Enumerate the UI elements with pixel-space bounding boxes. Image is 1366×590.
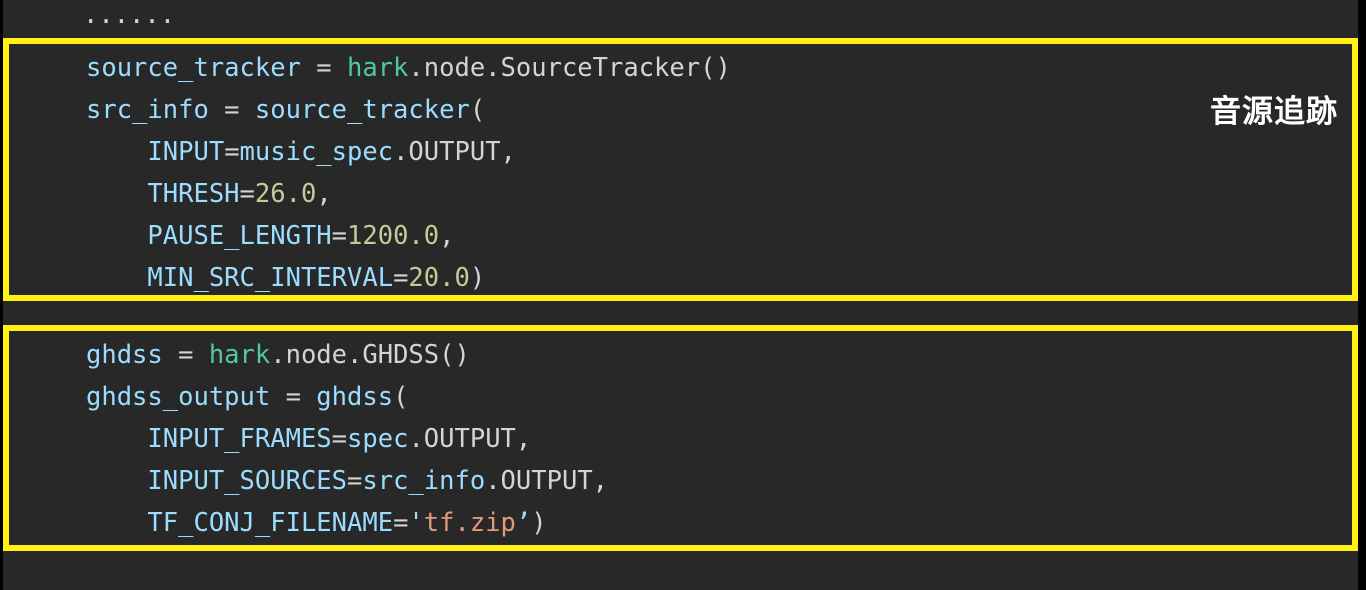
code-line: THRESH=26.0, <box>86 173 731 215</box>
code-token-var: TF_CONJ_FILENAME <box>147 508 394 538</box>
code-token-plain: .OUTPUT, <box>408 424 532 454</box>
code-token-var: ghdss <box>86 340 163 370</box>
code-token-plain: , <box>439 221 455 251</box>
code-token-plain: ( <box>393 382 409 412</box>
code-token-plain: = <box>393 508 409 538</box>
slide-canvas: ...... source_tracker = hark.node.Source… <box>0 0 1366 590</box>
code-line: ghdss = hark.node.GHDSS() <box>86 334 608 376</box>
code-token-num: 20.0 <box>408 263 470 293</box>
code-token-var: src_info <box>86 95 209 125</box>
code-token-var: source_tracker <box>86 53 301 83</box>
code-block-sound-source-separation: ghdss = hark.node.GHDSS() ghdss_output = … <box>9 331 1352 538</box>
highlight-box-sound-source-tracking: source_tracker = hark.node.SourceTracker… <box>3 38 1358 301</box>
code-surface-bottom <box>3 551 1358 590</box>
code-token-plain: = <box>162 340 209 370</box>
code-surface-top: ...... <box>3 0 1358 38</box>
code-token-plain: = <box>331 424 348 454</box>
code-token-var: source_tracker <box>254 95 470 125</box>
code-token-plain: = <box>393 263 409 293</box>
code-token-var: MIN_SRC_INTERVAL <box>147 263 394 293</box>
code-token-var: music_spec <box>239 137 394 167</box>
code-line: INPUT=music_spec.OUTPUT, <box>86 131 731 173</box>
code-token-var: INPUT <box>147 137 225 167</box>
code-token-plain: = <box>270 382 317 412</box>
code-line: src_info = source_tracker( <box>86 89 731 131</box>
code-token-num: 1200.0 <box>347 221 440 251</box>
annotation-label-sound-source-tracking: 音源追跡 <box>1210 94 1338 130</box>
highlight-box-sound-source-separation: ghdss = hark.node.GHDSS() ghdss_output = … <box>3 325 1358 551</box>
code-token-var: THRESH <box>147 179 240 209</box>
code-token-plain: .OUTPUT, <box>393 137 516 167</box>
code-token-var: ghdss_output <box>86 382 271 412</box>
code-token-plain: ) <box>531 508 547 538</box>
code-token-var: spec <box>347 424 409 454</box>
code-token-var: INPUT_FRAMES <box>147 424 332 454</box>
code-token-plain: = <box>300 53 347 83</box>
code-token-var: PAUSE_LENGTH <box>147 221 332 251</box>
code-token-plain: = <box>347 466 363 496</box>
code-block-sound-source-tracking: source_tracker = hark.node.SourceTracker… <box>9 44 1352 293</box>
code-token-plain: .node.GHDSS() <box>270 340 470 370</box>
code-surface-gap <box>3 301 1358 325</box>
code-token-plain: .node.SourceTracker() <box>408 53 731 83</box>
code-token-mod: hark <box>208 340 271 370</box>
code-token-var: ghdss <box>316 382 394 412</box>
code-token-plain: = <box>331 221 348 251</box>
code-lines: source_tracker = hark.node.SourceTracker… <box>86 47 731 299</box>
code-token-plain: = <box>224 137 240 167</box>
code-token-str: tf.zip <box>423 508 516 538</box>
code-line: MIN_SRC_INTERVAL=20.0) <box>86 257 731 299</box>
code-token-num: 26.0 <box>254 179 317 209</box>
code-token-plain: = <box>208 95 255 125</box>
code-line: INPUT_FRAMES=spec.OUTPUT, <box>86 418 608 460</box>
ellipsis-line: ...... <box>83 0 176 30</box>
code-token-plain: .OUTPUT, <box>485 466 609 496</box>
code-lines: ghdss = hark.node.GHDSS() ghdss_output = … <box>86 334 608 544</box>
code-line: TF_CONJ_FILENAME='tf.zip’) <box>86 502 608 544</box>
code-line: source_tracker = hark.node.SourceTracker… <box>86 47 731 89</box>
code-token-plain: , <box>316 179 332 209</box>
code-line: INPUT_SOURCES=src_info.OUTPUT, <box>86 460 608 502</box>
code-line: ghdss_output = ghdss( <box>86 376 608 418</box>
code-token-plain: ( <box>469 95 486 125</box>
code-token-plain: ) <box>469 263 486 293</box>
code-token-plain: = <box>239 179 255 209</box>
code-line: PAUSE_LENGTH=1200.0, <box>86 215 731 257</box>
code-token-var: INPUT_SOURCES <box>147 466 348 496</box>
code-token-var: src_info <box>362 466 486 496</box>
code-token-quote: ' <box>408 508 424 538</box>
code-token-quote: ’ <box>515 508 532 538</box>
code-token-mod: hark <box>347 53 409 83</box>
